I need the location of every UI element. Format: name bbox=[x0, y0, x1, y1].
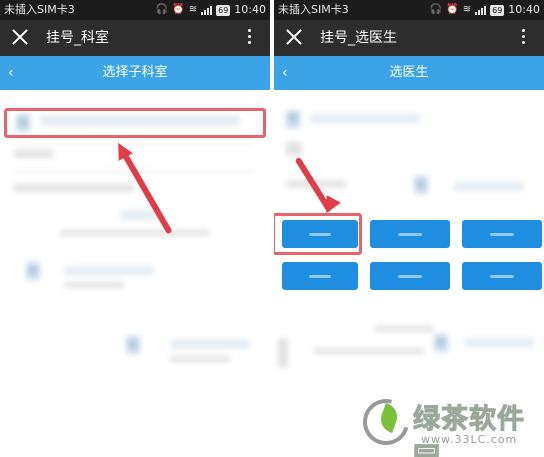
clock-time: 10:40 bbox=[234, 3, 266, 16]
list-item bbox=[64, 266, 154, 275]
signal-icon bbox=[475, 5, 487, 15]
list-item bbox=[14, 184, 134, 192]
nav-title: 选择子科室 bbox=[102, 65, 168, 80]
close-icon[interactable] bbox=[10, 27, 30, 47]
status-icons: 🎧 ⏰ ≋ 69 10:40 bbox=[156, 0, 266, 20]
schedule-slot-button[interactable] bbox=[462, 220, 542, 248]
sub-department-highlight bbox=[4, 108, 266, 138]
more-menu-icon[interactable] bbox=[522, 29, 526, 47]
page-title: 挂号_科室 bbox=[46, 30, 109, 46]
doctor-slot-highlight bbox=[274, 213, 362, 255]
list-item bbox=[314, 348, 424, 354]
list-item bbox=[60, 230, 210, 236]
battery-icon: 69 bbox=[490, 4, 505, 16]
doctor-avatar-icon bbox=[414, 176, 428, 194]
blurred-content bbox=[0, 90, 270, 457]
status-icons: 🎧 ⏰ ≋ 69 10:40 bbox=[430, 0, 540, 20]
alarm-icon: ⏰ bbox=[446, 4, 459, 15]
carrier-text: 未插入SIM卡3 bbox=[278, 3, 349, 16]
list-item bbox=[454, 182, 524, 191]
right-phone-screen: 未插入SIM卡3 🎧 ⏰ ≋ 69 10:40 挂号_选医生 ‹ 选医生 bbox=[274, 0, 544, 457]
schedule-slot-button[interactable] bbox=[462, 262, 542, 290]
doctor-avatar-icon bbox=[286, 110, 300, 128]
nav-bar: ‹ 选择子科室 bbox=[0, 56, 270, 90]
list-item bbox=[64, 282, 124, 288]
doctor-name bbox=[310, 114, 420, 123]
site-watermark: 绿茶软件园 www.33LC.com bbox=[354, 390, 538, 457]
list-item bbox=[374, 326, 434, 332]
nav-bar: ‹ 选医生 bbox=[274, 56, 544, 90]
close-icon[interactable] bbox=[284, 27, 304, 47]
list-item bbox=[278, 338, 288, 368]
status-bar: 未插入SIM卡3 🎧 ⏰ ≋ 69 10:40 bbox=[0, 0, 270, 20]
headphones-icon: 🎧 bbox=[429, 4, 443, 15]
wifi-icon: ≋ bbox=[462, 4, 472, 15]
alarm-icon: ⏰ bbox=[172, 4, 185, 15]
clock-time: 10:40 bbox=[508, 3, 540, 16]
list-item bbox=[464, 338, 534, 347]
watermark-logo-icon bbox=[354, 390, 418, 454]
schedule-slot-button[interactable] bbox=[282, 262, 358, 290]
nav-title: 选医生 bbox=[389, 65, 429, 80]
schedule-slot-button[interactable] bbox=[370, 220, 450, 248]
status-bar: 未插入SIM卡3 🎧 ⏰ ≋ 69 10:40 bbox=[274, 0, 544, 20]
app-title-bar: 挂号_选医生 bbox=[274, 20, 544, 56]
tutorial-composite: 未插入SIM卡3 🎧 ⏰ ≋ 69 10:40 挂号_科室 ‹ 选择子科室 未插… bbox=[0, 0, 544, 457]
list-item bbox=[14, 150, 54, 158]
list-item bbox=[286, 142, 302, 156]
list-item bbox=[170, 356, 230, 362]
battery-icon: 69 bbox=[216, 4, 231, 16]
list-item bbox=[170, 340, 250, 349]
watermark-url: www.33LC.com bbox=[421, 433, 518, 446]
signal-icon bbox=[201, 5, 213, 15]
divider bbox=[14, 142, 254, 144]
wifi-icon: ≋ bbox=[188, 4, 198, 15]
headphones-icon: 🎧 bbox=[155, 4, 169, 15]
more-menu-icon[interactable] bbox=[248, 29, 252, 47]
department-icon bbox=[26, 262, 40, 280]
page-title: 挂号_选医生 bbox=[320, 30, 397, 46]
left-phone-screen: 未插入SIM卡3 🎧 ⏰ ≋ 69 10:40 挂号_科室 ‹ 选择子科室 bbox=[0, 0, 270, 457]
schedule-slot-button[interactable] bbox=[370, 262, 450, 290]
department-icon bbox=[126, 336, 140, 354]
doctor-avatar-icon bbox=[434, 334, 448, 352]
app-title-bar: 挂号_科室 bbox=[0, 20, 270, 56]
carrier-text: 未插入SIM卡3 bbox=[4, 3, 75, 16]
watermark-name: 绿茶软件园 bbox=[413, 404, 525, 457]
